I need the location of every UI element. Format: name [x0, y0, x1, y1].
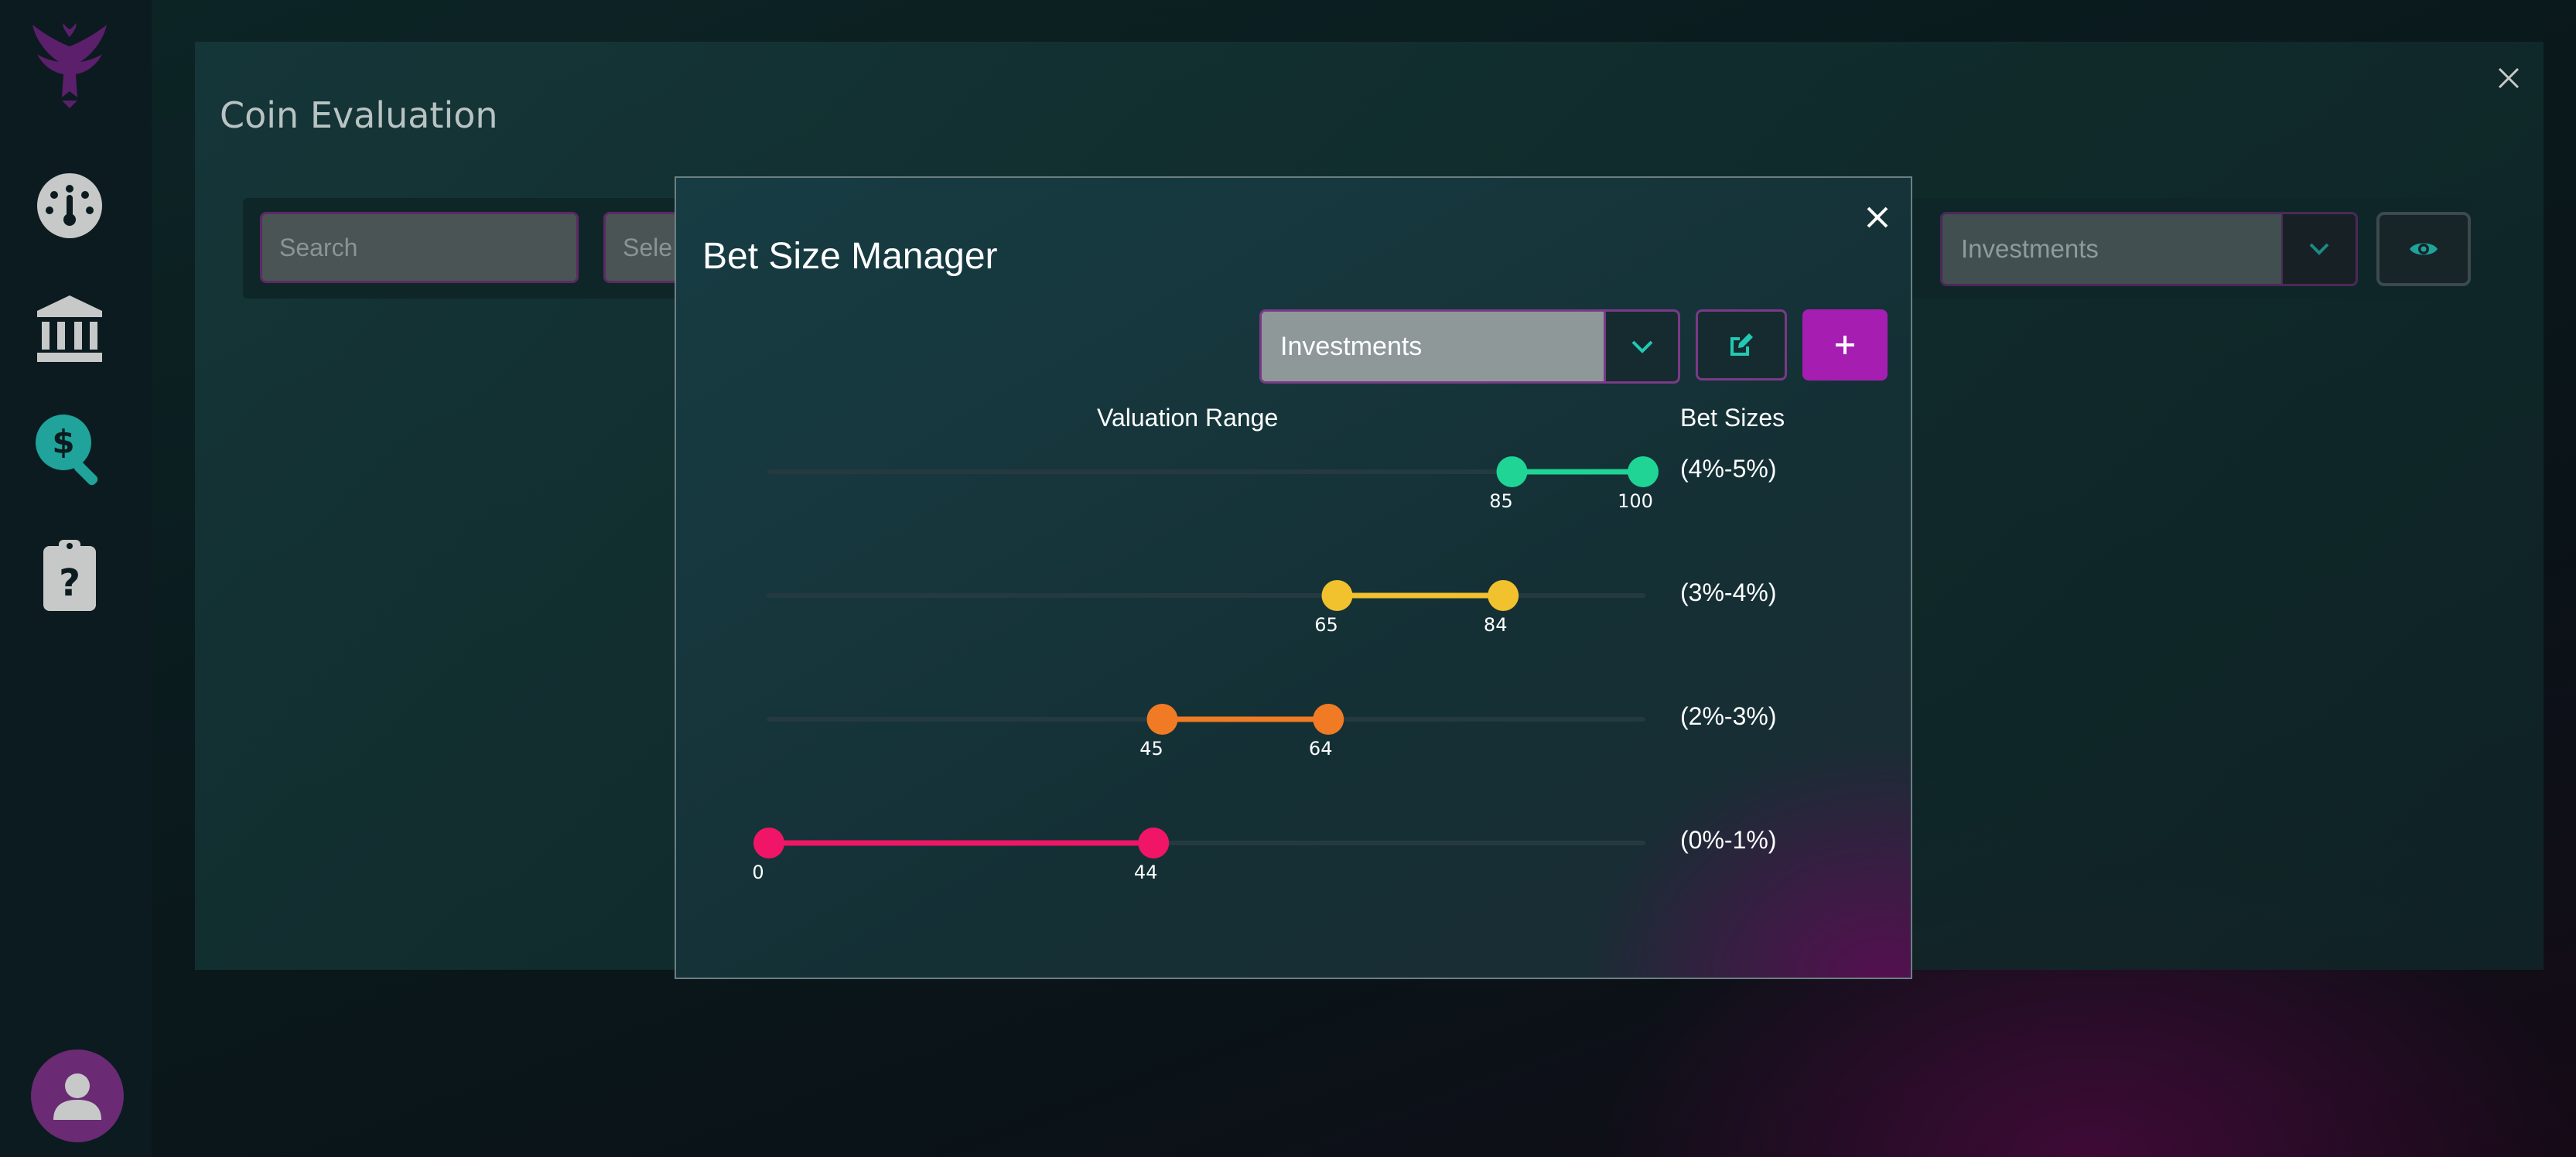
panel-portfolio-select[interactable]: Investments: [1940, 212, 2358, 286]
svg-text:?: ?: [59, 561, 80, 605]
bet-size-manager-modal: Bet Size Manager Investments Valuation R…: [675, 176, 1912, 979]
coin-search-icon[interactable]: $: [32, 411, 107, 486]
view-button[interactable]: [2376, 212, 2471, 286]
slider-min-handle[interactable]: [1496, 456, 1528, 487]
slider-max-label: 44: [1134, 862, 1158, 883]
search-input[interactable]: Search: [260, 212, 579, 283]
slider-max-handle[interactable]: [1488, 580, 1519, 611]
panel-close-icon[interactable]: [2497, 67, 2520, 90]
slider-max-handle[interactable]: [1313, 704, 1344, 735]
slider-max-label: 84: [1484, 614, 1508, 636]
slider-max-label: 100: [1618, 490, 1653, 512]
svg-text:$: $: [52, 423, 74, 461]
chevron-down-icon[interactable]: [2281, 214, 2356, 284]
slider-min-handle[interactable]: [753, 828, 784, 858]
bank-icon[interactable]: [32, 292, 107, 367]
user-avatar[interactable]: [31, 1049, 124, 1142]
sidebar: $ ?: [0, 0, 152, 1157]
slider-min-handle[interactable]: [1146, 704, 1178, 735]
bet-size-label: (2%-3%): [1680, 702, 1777, 730]
slider-min-label: 45: [1139, 738, 1163, 759]
bet-size-label: (0%-1%): [1680, 826, 1777, 854]
bet-size-label: (4%-5%): [1680, 455, 1777, 483]
phoenix-logo-icon[interactable]: [31, 23, 108, 108]
slider-max-handle[interactable]: [1138, 828, 1170, 858]
user-icon: [53, 1073, 101, 1120]
panel-portfolio-select-value: Investments: [1961, 234, 2099, 263]
slider-max-label: 64: [1309, 738, 1333, 759]
slider-max-handle[interactable]: [1628, 456, 1659, 487]
slider-min-label: 0: [752, 862, 764, 883]
page-title: Coin Evaluation: [220, 94, 498, 136]
slider-min-label: 85: [1489, 490, 1513, 512]
slider-min-label: 65: [1314, 614, 1338, 636]
clipboard-question-icon[interactable]: ?: [32, 538, 107, 613]
eye-icon: [2410, 243, 2438, 255]
dashboard-gauge-icon[interactable]: [32, 169, 107, 243]
slider-min-handle[interactable]: [1321, 580, 1353, 611]
bet-size-label: (3%-4%): [1680, 578, 1777, 606]
